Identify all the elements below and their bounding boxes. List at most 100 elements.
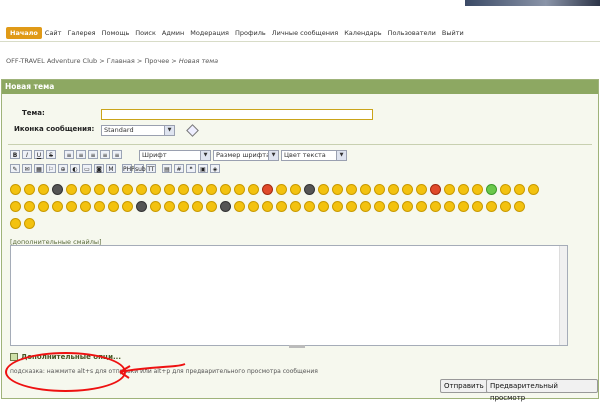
- nav-calendar[interactable]: Календарь: [341, 28, 384, 38]
- smiley-icon[interactable]: [290, 201, 301, 212]
- align-right-button[interactable]: ≡: [88, 150, 98, 159]
- smiley-icon[interactable]: [52, 184, 63, 195]
- smiley-icon[interactable]: [360, 184, 371, 195]
- align-left-button[interactable]: ≡: [64, 150, 74, 159]
- smiley-icon[interactable]: [94, 184, 105, 195]
- smiley-icon[interactable]: [10, 201, 21, 212]
- breadcrumb-link[interactable]: Главная: [107, 57, 135, 65]
- flag-button[interactable]: ⚐: [46, 164, 56, 173]
- smiley-icon[interactable]: [374, 201, 385, 212]
- nav-home[interactable]: Начало: [6, 27, 42, 39]
- color-select[interactable]: Цвет текста ▼: [281, 150, 347, 161]
- spoiler-button[interactable]: ▣: [198, 164, 208, 173]
- smiley-icon[interactable]: [136, 201, 147, 212]
- smiley-icon[interactable]: [262, 184, 273, 195]
- smiley-icon[interactable]: [416, 201, 427, 212]
- smiley-icon[interactable]: [206, 201, 217, 212]
- smiley-icon[interactable]: [290, 184, 301, 195]
- textarea-scrollbar[interactable]: [559, 246, 567, 345]
- smiley-icon[interactable]: [178, 201, 189, 212]
- smiley-icon[interactable]: [206, 184, 217, 195]
- smiley-icon[interactable]: [402, 201, 413, 212]
- smiley-icon[interactable]: [24, 184, 35, 195]
- justify-button[interactable]: ≡: [100, 150, 110, 159]
- smiley-icon[interactable]: [80, 184, 91, 195]
- smiley-icon[interactable]: [528, 184, 539, 195]
- nav-moderation[interactable]: Модерация: [187, 28, 232, 38]
- preview-button[interactable]: Предварительный просмотр: [486, 379, 598, 402]
- smiley-icon[interactable]: [24, 218, 35, 229]
- smiley-icon[interactable]: [472, 201, 483, 212]
- smiley-icon[interactable]: [500, 201, 511, 212]
- smiley-icon[interactable]: [94, 201, 105, 212]
- quote-button[interactable]: ❝: [186, 164, 196, 173]
- audio-button[interactable]: ◙: [94, 164, 104, 173]
- nav-profile[interactable]: Профиль: [232, 28, 269, 38]
- smiley-icon[interactable]: [472, 184, 483, 195]
- smiley-icon[interactable]: [430, 184, 441, 195]
- tt-button[interactable]: TT: [146, 164, 156, 173]
- code-button[interactable]: #: [174, 164, 184, 173]
- smiley-icon[interactable]: [192, 201, 203, 212]
- nav-private-messages[interactable]: Личные сообщения: [269, 28, 341, 38]
- smiley-icon[interactable]: [66, 201, 77, 212]
- smiley-icon[interactable]: [332, 201, 343, 212]
- smiley-icon[interactable]: [388, 184, 399, 195]
- smiley-icon[interactable]: [500, 184, 511, 195]
- smiley-icon[interactable]: [332, 184, 343, 195]
- smiley-icon[interactable]: [10, 218, 21, 229]
- smiley-icon[interactable]: [150, 201, 161, 212]
- bold-button[interactable]: B: [10, 150, 20, 159]
- smiley-icon[interactable]: [388, 201, 399, 212]
- video-button[interactable]: ▭: [82, 164, 92, 173]
- breadcrumb-link[interactable]: OFF-TRAVEL Adventure Club: [6, 57, 97, 65]
- message-textarea[interactable]: [10, 245, 568, 346]
- smiley-icon[interactable]: [10, 184, 21, 195]
- size-select[interactable]: Размер шрифта ▼: [213, 150, 279, 161]
- advanced-options-toggle[interactable]: Дополнительные опци...: [10, 353, 121, 361]
- smiley-icon[interactable]: [486, 201, 497, 212]
- smiley-icon[interactable]: [318, 201, 329, 212]
- smiley-icon[interactable]: [444, 201, 455, 212]
- m-button[interactable]: M: [106, 164, 116, 173]
- smiley-icon[interactable]: [304, 201, 315, 212]
- breadcrumb-link[interactable]: Прочее: [144, 57, 169, 65]
- smiley-icon[interactable]: [220, 201, 231, 212]
- smiley-icon[interactable]: [262, 201, 273, 212]
- nav-users[interactable]: Пользователи: [385, 28, 439, 38]
- smiley-icon[interactable]: [178, 184, 189, 195]
- media-button[interactable]: ◐: [70, 164, 80, 173]
- smiley-icon[interactable]: [360, 201, 371, 212]
- smiley-icon[interactable]: [164, 201, 175, 212]
- image-button[interactable]: ▦: [34, 164, 44, 173]
- message-icon-select[interactable]: Standard ▼: [101, 125, 175, 136]
- smiley-icon[interactable]: [304, 184, 315, 195]
- strike-button[interactable]: S: [46, 150, 56, 159]
- smiley-icon[interactable]: [346, 201, 357, 212]
- submit-button[interactable]: Отправить: [440, 379, 488, 393]
- smiley-icon[interactable]: [416, 184, 427, 195]
- textarea-resize-handle[interactable]: [289, 345, 305, 348]
- edit-button[interactable]: ✎: [10, 164, 20, 173]
- nav-search[interactable]: Поиск: [132, 28, 159, 38]
- smiley-icon[interactable]: [458, 184, 469, 195]
- link-button[interactable]: ⊕: [58, 164, 68, 173]
- smiley-icon[interactable]: [38, 201, 49, 212]
- smiley-icon[interactable]: [122, 201, 133, 212]
- smiley-icon[interactable]: [444, 184, 455, 195]
- nav-help[interactable]: Помощь: [99, 28, 133, 38]
- smiley-icon[interactable]: [248, 184, 259, 195]
- smiley-icon[interactable]: [66, 184, 77, 195]
- underline-button[interactable]: U: [34, 150, 44, 159]
- smiley-icon[interactable]: [514, 184, 525, 195]
- smiley-icon[interactable]: [108, 184, 119, 195]
- smiley-icon[interactable]: [486, 184, 497, 195]
- smiley-icon[interactable]: [24, 201, 35, 212]
- smiley-icon[interactable]: [234, 184, 245, 195]
- smiley-icon[interactable]: [374, 184, 385, 195]
- email-button[interactable]: ✉: [22, 164, 32, 173]
- nav-site[interactable]: Сайт: [42, 28, 65, 38]
- hide-button[interactable]: ◈: [210, 164, 220, 173]
- smiley-icon[interactable]: [108, 201, 119, 212]
- align-center-button[interactable]: ≡: [76, 150, 86, 159]
